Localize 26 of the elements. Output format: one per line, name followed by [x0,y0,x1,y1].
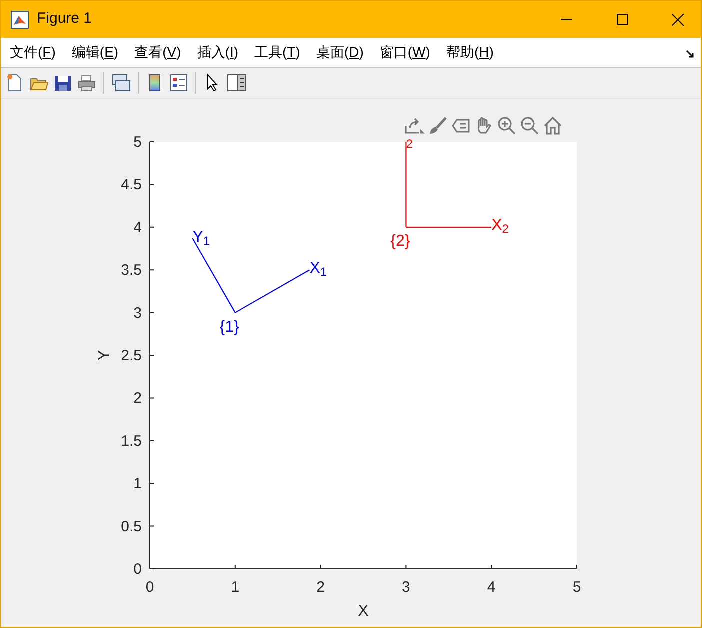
frame-label: X$_{2}$ [492,217,509,236]
frame-label: {2} [390,233,410,252]
tick-label: 3 [402,579,410,596]
tick-label: 4 [134,219,142,236]
tick-label: 3.5 [121,262,142,280]
tick-label: 2.5 [121,348,142,364]
tick-label: 1.5 [121,432,142,450]
tick-label: 3 [134,304,142,322]
y-axis-label: Y [96,350,113,361]
tick-label: 4.5 [121,176,142,194]
frame-label: {1} [220,318,240,337]
x-axis-label: X [358,603,369,620]
tick-label: 5 [572,579,582,596]
tick-label: 1 [134,476,142,493]
tick-label: 0.5 [121,518,142,536]
tick-label: 1 [231,579,240,596]
frame-label: Y$_{1}$ [192,228,210,246]
frame-label: X$_{1}$ [310,260,328,278]
frame-label: 2 [406,136,413,150]
tick-label: 0 [134,561,142,578]
tick-label: 2 [316,579,325,596]
tick-label: 0 [146,579,154,596]
tick-label: 5 [134,134,142,151]
window-title: Figure 1 [37,9,92,30]
tick-label: 4 [487,579,496,596]
tick-label: 2 [134,390,142,408]
